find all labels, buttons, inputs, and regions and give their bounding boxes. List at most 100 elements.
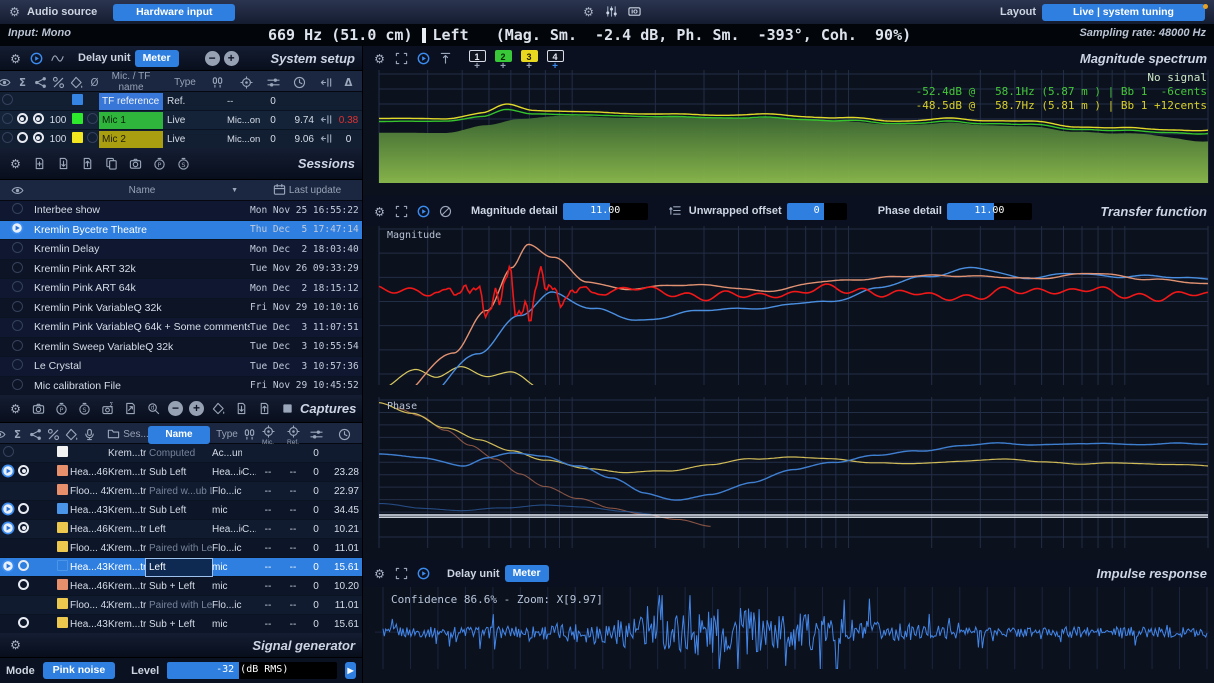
clock-icon[interactable] <box>336 427 353 443</box>
channel-name-field[interactable]: Mic 2 <box>99 131 163 148</box>
mute-circle-icon[interactable] <box>12 203 23 214</box>
gear-icon[interactable]: ⚙ <box>371 203 388 219</box>
mute-circle-icon[interactable] <box>12 379 23 390</box>
color-swatch[interactable] <box>57 465 68 476</box>
radio-button[interactable] <box>18 579 29 590</box>
timer-s-icon[interactable]: S <box>175 156 192 172</box>
capture-row[interactable]: Hea...467Krem...treSub + Leftmic----010.… <box>0 577 362 596</box>
unwrapped-offset-slider[interactable]: 0 <box>787 203 847 220</box>
capture-row[interactable]: Hea...431Krem...treLeftmic----015.61 <box>0 558 362 577</box>
mute-circle-icon[interactable] <box>2 113 13 124</box>
radio-button[interactable] <box>18 465 29 476</box>
mute-circle-icon[interactable] <box>87 132 98 143</box>
capture-name-field[interactable]: Left <box>146 559 212 576</box>
mic-target-column-header[interactable]: Mic. <box>256 423 280 446</box>
unwrap-icon[interactable] <box>667 202 684 218</box>
session-row[interactable]: Kremlin Pink ART 64kMon Dec 2 18:15:12 2… <box>0 279 362 299</box>
delay-value[interactable]: 0 <box>265 115 281 126</box>
transfer-magnitude-plot[interactable]: Magnitude <box>363 226 1214 385</box>
mute-circle-icon[interactable] <box>12 340 23 351</box>
zoom-d-icon[interactable]: d <box>145 401 162 417</box>
gear-icon[interactable]: ⚙ <box>7 50 24 66</box>
gain-value[interactable]: 100 <box>46 115 70 126</box>
share-icon[interactable] <box>32 74 49 90</box>
radio-button[interactable] <box>18 522 29 533</box>
timer-p-icon[interactable]: P <box>151 156 168 172</box>
session-row[interactable]: Kremlin Pink VariableQ 32kFri Nov 29 10:… <box>0 299 362 319</box>
generator-mode-button[interactable]: Pink noise <box>43 662 115 679</box>
sigma-icon[interactable]: Σ <box>14 74 31 90</box>
mute-circle-icon[interactable] <box>12 359 23 370</box>
file-import-icon[interactable] <box>55 156 72 172</box>
file-plus-icon[interactable] <box>31 156 48 172</box>
play-icon[interactable] <box>1 464 15 478</box>
zoom-out-button[interactable]: − <box>205 51 220 66</box>
level-slider[interactable]: -32 (dB RMS) <box>167 662 337 679</box>
capture-name-field[interactable]: Sub Left <box>146 502 212 519</box>
file-import-icon[interactable] <box>233 401 250 417</box>
radio-button[interactable] <box>18 560 29 571</box>
bucket-icon[interactable] <box>210 401 227 417</box>
mute-circle-icon[interactable] <box>2 132 13 143</box>
mixer-icon[interactable] <box>603 3 620 19</box>
gear-icon[interactable]: ⚙ <box>6 3 23 19</box>
delay-value[interactable]: 0 <box>265 134 281 145</box>
tune-icon[interactable] <box>308 427 325 443</box>
impulse-response-plot[interactable]: Confidence 86.6% - Zoom: X[9.97] <box>363 587 1214 669</box>
radio-button[interactable] <box>33 113 44 124</box>
measurement-group-button-2[interactable]: 2 <box>495 50 512 62</box>
capture-name-field[interactable]: Sub + Left <box>146 616 212 633</box>
measurement-group-button-4[interactable]: 4 <box>547 50 564 62</box>
last-update-column-header[interactable]: Last update <box>250 181 362 199</box>
radio-button[interactable] <box>18 503 29 514</box>
mute-circle-icon[interactable] <box>12 281 23 292</box>
copy-icon[interactable] <box>103 156 120 172</box>
play-icon[interactable] <box>10 221 24 235</box>
measurement-group-button-1[interactable]: 1 <box>469 50 486 62</box>
mute-circle-icon[interactable] <box>12 301 23 312</box>
fullscreen-icon[interactable] <box>393 203 410 219</box>
color-swatch[interactable] <box>57 522 68 533</box>
mute-circle-icon[interactable] <box>2 94 13 105</box>
file-export-icon[interactable] <box>256 401 273 417</box>
type-column-header[interactable]: Type <box>163 77 207 88</box>
plus-icon[interactable]: + <box>189 401 204 416</box>
radio-button[interactable] <box>17 132 28 143</box>
phase-detail-slider[interactable]: 11.00 <box>947 203 1032 220</box>
mute-circle-icon[interactable] <box>12 320 23 331</box>
generator-icon[interactable] <box>49 50 66 66</box>
capture-name-field[interactable]: Paired with Left <box>146 540 212 557</box>
io-icon[interactable]: IO <box>626 3 643 19</box>
camera-sum-icon[interactable]: Σ <box>99 401 116 417</box>
capture-row[interactable]: Floo... 426Krem...trePaired with LeftFlo… <box>0 596 362 615</box>
color-swatch[interactable] <box>57 541 68 552</box>
capture-row[interactable]: Floo... 426Krem...trePaired with LeftFlo… <box>0 539 362 558</box>
session-row[interactable]: Kremlin Pink ART 32kTue Nov 26 09:33:29 … <box>0 260 362 280</box>
name-column-header[interactable]: Name ▼ <box>34 185 250 196</box>
magnitude-spectrum-plot[interactable]: No signal -52.4dB @ 58.1Hz (5.87 m ) | B… <box>363 70 1214 183</box>
camera-icon[interactable] <box>30 401 47 417</box>
system-setup-row[interactable]: 100Mic 1LiveMic...on09.740.38 <box>0 111 362 130</box>
delay-value[interactable]: 0 <box>265 96 281 107</box>
minus-icon[interactable]: − <box>168 401 183 416</box>
measurement-group-button-3[interactable]: 3 <box>521 50 538 62</box>
session-row[interactable]: Le CrystalTue Dec 3 10:57:36 2024 <box>0 357 362 377</box>
percent-icon[interactable] <box>50 74 67 90</box>
eye-icon[interactable] <box>0 74 13 90</box>
capture-row[interactable]: Hea...467Krem...treLeftHea...icC...----0… <box>0 520 362 539</box>
layout-button[interactable]: Live | system tuning <box>1042 4 1205 21</box>
pauseleft-icon[interactable] <box>318 111 335 127</box>
name-column-header[interactable]: Name <box>148 426 210 444</box>
mute-circle-icon[interactable] <box>3 446 14 457</box>
color-swatch[interactable] <box>57 503 68 514</box>
color-swatch[interactable] <box>72 132 83 143</box>
capture-row[interactable]: Hea...467Krem...treSub LeftHea...icC...-… <box>0 463 362 482</box>
pauseleft-icon[interactable] <box>318 74 335 90</box>
session-row[interactable]: Kremlin Pink VariableQ 64k + Some commen… <box>0 318 362 338</box>
target-icon[interactable] <box>238 74 255 90</box>
channel-name-field[interactable]: Mic 1 <box>99 112 163 129</box>
target-icon[interactable] <box>260 423 277 439</box>
timer-s-icon[interactable]: S <box>76 401 93 417</box>
capture-row[interactable]: Krem...treComputedAc...um0 <box>0 444 362 463</box>
color-swatch[interactable] <box>57 579 68 590</box>
